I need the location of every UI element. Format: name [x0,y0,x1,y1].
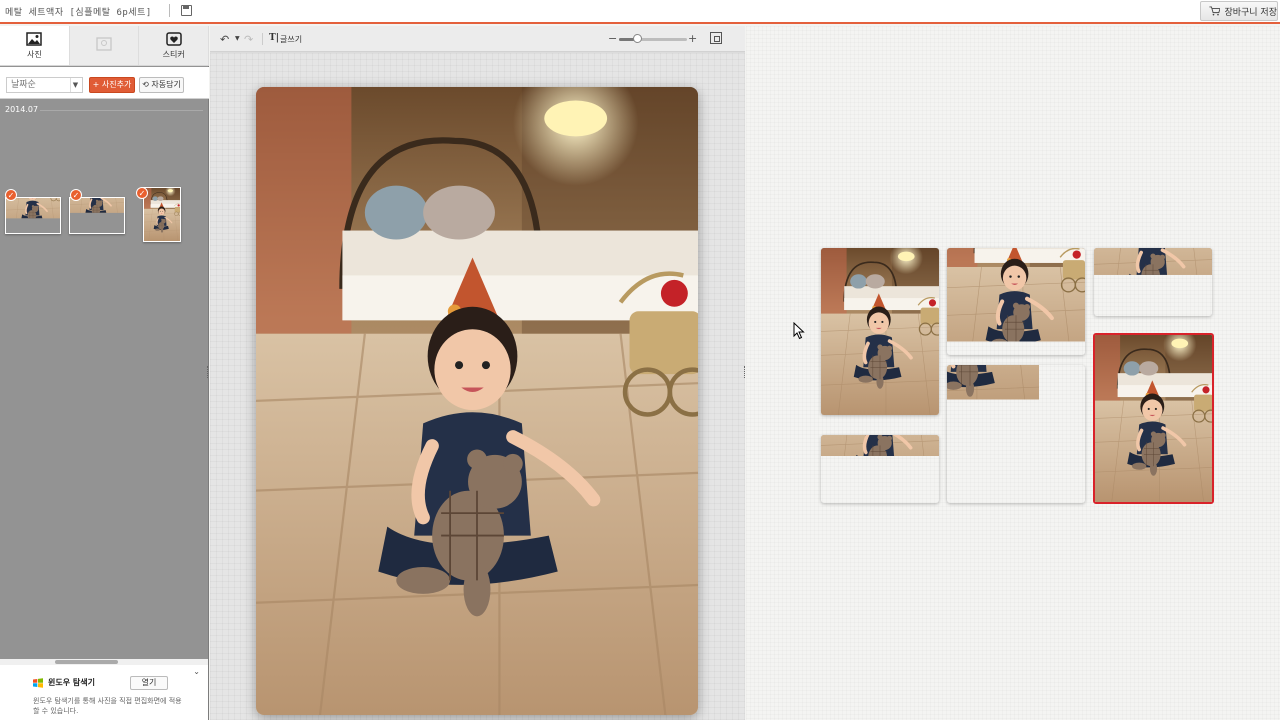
panel-tabs: 사진 스티커 [0,26,210,66]
windows-logo-icon [33,678,43,688]
explorer-description: 윈도우 탐색기를 통해 사진을 직접 편집화면에 적용할 수 있습니다. [33,697,182,715]
photo-panel: 사진 스티커 날짜순 ▼ + 사진추가 ⟲ 자동담기 2014.07 ✓ ✓ ✓… [0,26,210,720]
layout-slot-image [947,365,1085,503]
scrollbar-thumb[interactable] [55,660,118,664]
document-title: 메탈 세트액자 [심플메탈 6p세트] [5,8,152,18]
editor-toolbar: ↶ ▼ ↷ T| 글쓰기 − + [210,26,745,52]
explorer-title: 윈도우 탐색기 [48,678,95,687]
photo-icon [26,31,43,46]
cart-icon [1209,6,1221,16]
zoom-slider-handle[interactable] [633,34,643,43]
toolbar-divider [262,33,263,45]
sort-select[interactable]: 날짜순 ▼ [6,77,83,93]
title-divider [169,4,170,17]
frame-icon [96,37,112,51]
checked-icon: ✓ [136,187,148,199]
thumbnail-image [6,198,60,233]
add-photo-button[interactable]: + 사진추가 [89,77,135,93]
layout-slot-6-selected[interactable] [1093,333,1214,504]
checked-icon: ✓ [5,189,17,201]
zoom-slider[interactable] [619,38,687,41]
main-photo[interactable] [256,87,698,715]
tab-photos-label: 사진 [26,49,42,59]
date-group-label: 2014.07 [5,105,39,114]
open-explorer-button[interactable]: 열기 [130,676,168,690]
layout-slot-image [1095,335,1212,502]
text-tool-icon[interactable]: T| [269,33,279,43]
photo-thumbnail[interactable] [5,197,61,234]
zoom-in-icon[interactable]: + [688,32,697,45]
panel-splitter[interactable] [207,366,209,378]
layout-slot-2[interactable] [947,248,1085,355]
layout-slot-image [947,248,1085,355]
editor-canvas[interactable] [210,53,745,720]
date-group-divider [40,110,203,111]
redo-icon[interactable]: ↷ [244,33,253,46]
sticker-icon [165,31,182,46]
save-to-cart-button[interactable]: 장바구니 저장 [1200,1,1278,21]
windows-explorer-section: ⌄ 윈도우 탐색기 열기 윈도우 탐색기를 통해 사진을 직접 편집화면에 적용… [0,665,208,720]
layout-slot-image [821,435,939,503]
zoom-out-icon[interactable]: − [608,32,617,45]
thumbnail-image [144,188,180,241]
mouse-cursor-icon [793,322,805,340]
editor-area: ↶ ▼ ↷ T| 글쓰기 − + [210,26,745,720]
tab-photos[interactable]: 사진 [0,26,70,65]
sort-select-value: 날짜순 [11,80,36,90]
photo-thumbnail[interactable] [143,187,181,242]
thumbnail-image [70,198,124,233]
tab-frames[interactable] [70,26,140,65]
dropdown-caret-icon: ▼ [70,78,80,92]
undo-history-caret-icon[interactable]: ▼ [235,35,240,42]
chevron-down-icon[interactable]: ⌄ [193,667,200,676]
checked-icon: ✓ [70,189,82,201]
layout-slot-image [821,248,939,415]
undo-icon[interactable]: ↶ [220,33,229,46]
main-photo-image [256,87,698,715]
auto-fill-button[interactable]: ⟲ 자동담기 [139,77,184,93]
layout-preview-panel [746,26,1280,720]
top-bar: 메탈 세트액자 [심플메탈 6p세트] 장바구니 저장 [0,0,1280,24]
save-to-cart-label: 장바구니 저장 [1224,7,1277,18]
photo-toolbar: 날짜순 ▼ + 사진추가 ⟲ 자동담기 [0,67,209,99]
text-tool-label[interactable]: 글쓰기 [280,34,302,45]
fit-screen-icon[interactable] [710,32,722,44]
layout-slot-3[interactable] [1094,248,1212,316]
layout-slot-image [1094,248,1212,316]
save-icon[interactable] [181,5,192,16]
photo-thumbnail[interactable] [69,197,125,234]
tab-stickers-label: 스티커 [162,49,185,59]
layout-slot-5[interactable] [947,365,1085,503]
layout-slot-4[interactable] [821,435,939,503]
tab-stickers[interactable]: 스티커 [139,26,210,65]
layout-slot-1[interactable] [821,248,939,415]
